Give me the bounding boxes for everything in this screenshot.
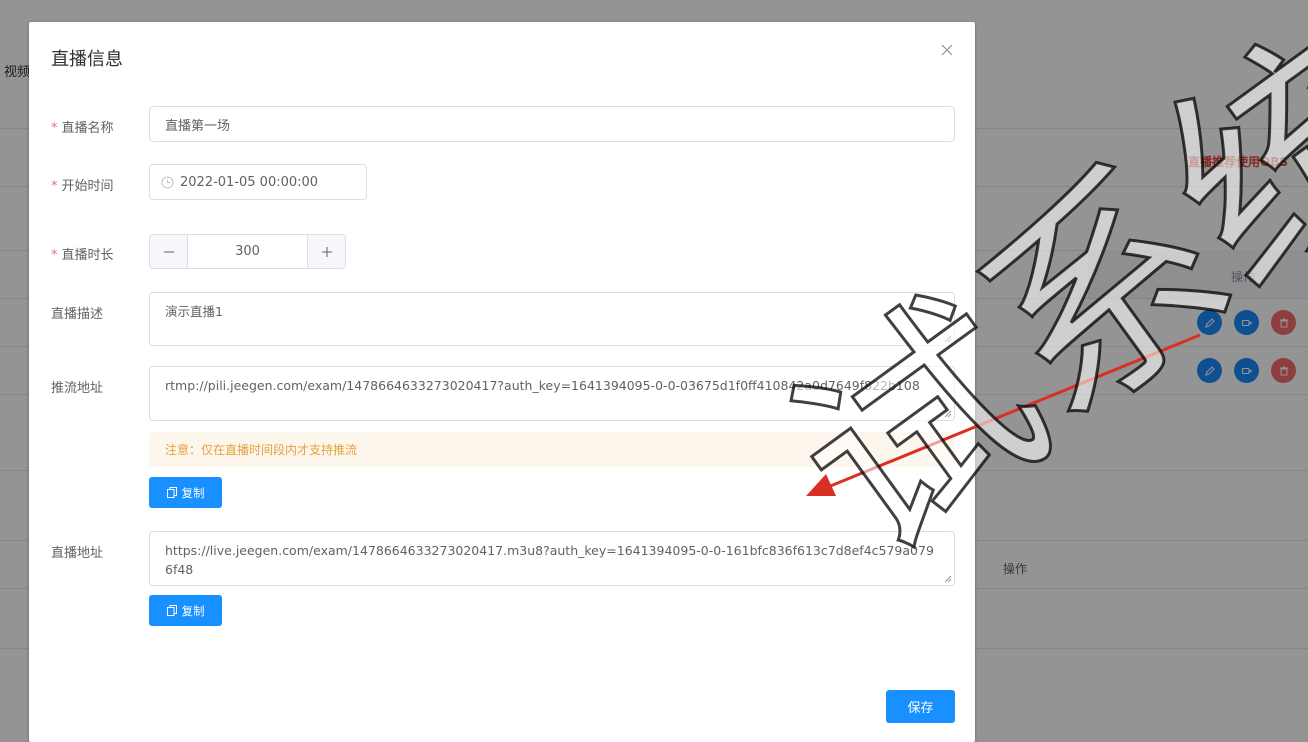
required-mark: *: [51, 248, 58, 263]
duration-input[interactable]: 300: [188, 235, 307, 268]
start-time-picker[interactable]: 2022-01-05 00:00:00: [149, 164, 367, 200]
duration-stepper: 300: [149, 234, 346, 269]
resize-grip-icon[interactable]: [944, 410, 952, 418]
description-textarea[interactable]: 演示直播1: [149, 292, 955, 346]
minus-icon: [163, 251, 174, 252]
play-url-textarea[interactable]: https://live.jeegen.com/exam/14786646332…: [149, 531, 955, 586]
dialog-title: 直播信息: [51, 49, 123, 70]
clock-icon: [161, 176, 174, 188]
resize-grip-icon[interactable]: [944, 335, 952, 343]
required-mark: *: [51, 121, 58, 136]
copy-play-url-button[interactable]: 复制: [149, 595, 222, 626]
play-url-label: 直播地址: [51, 546, 104, 561]
start-time-value: 2022-01-05 00:00:00: [180, 174, 319, 190]
start-time-label: * 开始时间: [51, 179, 114, 194]
copy-icon: [166, 605, 177, 616]
decrease-button[interactable]: [150, 235, 188, 268]
description-value: 演示直播1: [165, 304, 223, 319]
close-button[interactable]: [940, 42, 954, 56]
increase-button[interactable]: [307, 235, 345, 268]
name-label: * 直播名称: [51, 121, 114, 136]
push-url-textarea[interactable]: rtmp://pili.jeegen.com/exam/147866463327…: [149, 366, 955, 421]
copy-icon: [166, 487, 177, 498]
resize-grip-icon[interactable]: [944, 575, 952, 583]
name-input[interactable]: 直播第一场: [149, 106, 955, 142]
push-url-label: 推流地址: [51, 381, 104, 396]
duration-label: * 直播时长: [51, 248, 114, 263]
push-time-notice: 注意：仅在直播时间段内才支持推流: [149, 432, 955, 467]
required-mark: *: [51, 179, 58, 194]
description-label: 直播描述: [51, 307, 104, 322]
copy-push-url-button[interactable]: 复制: [149, 477, 222, 508]
play-url-value: https://live.jeegen.com/exam/14786646332…: [165, 543, 934, 577]
live-info-dialog: 直播信息 * 直播名称 直播第一场 * 开始时间 2022-01-05 00:00:…: [29, 22, 975, 742]
save-button[interactable]: 保存: [886, 690, 955, 723]
close-icon: [941, 44, 953, 56]
plus-icon: [321, 246, 332, 257]
push-url-value: rtmp://pili.jeegen.com/exam/147866463327…: [165, 378, 920, 393]
